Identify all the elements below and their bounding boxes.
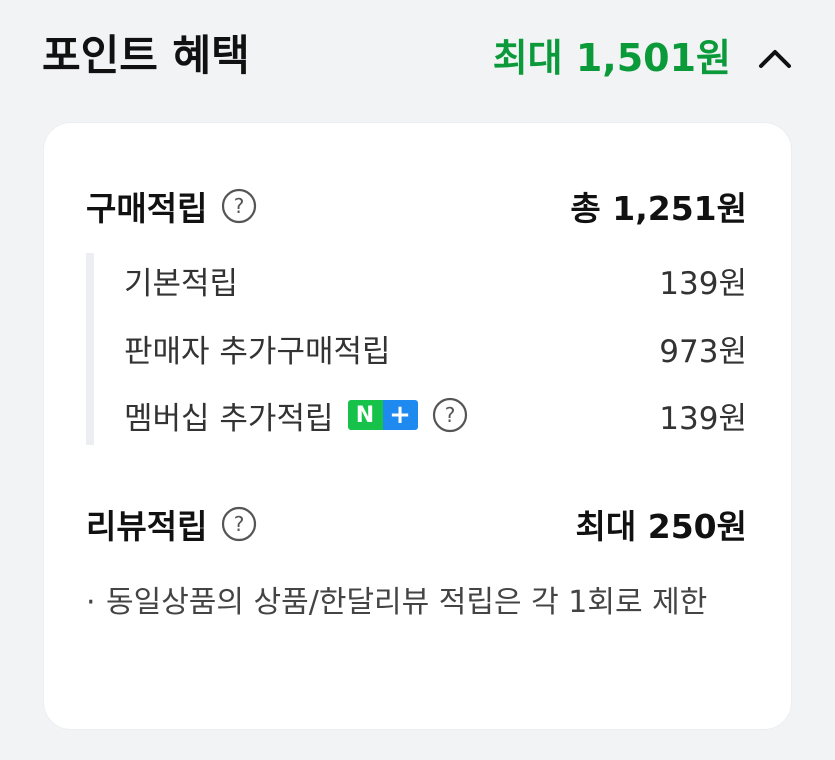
notice-text: 동일상품의 상품/한달리뷰 적립은 각 1회로 제한 — [106, 585, 708, 620]
collapse-button[interactable] — [753, 36, 797, 80]
list-item: 기본적립 139원 — [124, 255, 747, 305]
review-points-notice: · 동일상품의 상품/한달리뷰 적립은 각 1회로 제한 — [86, 575, 747, 631]
review-points-amount: 최대 250원 — [575, 507, 747, 546]
badge-n: N — [347, 400, 383, 430]
review-points-title: 리뷰적립 — [86, 507, 208, 546]
basic-points-label: 기본적립 — [124, 265, 239, 302]
review-points-row: 리뷰적립 ? 최대 250원 — [86, 496, 747, 552]
purchase-points-title: 구매적립 — [86, 189, 208, 228]
svg-text:?: ? — [234, 194, 245, 218]
basic-points-amount: 139원 — [659, 265, 747, 302]
membership-extra-points-label: 멤버십 추가적립 — [124, 400, 334, 437]
list-item: 멤버십 추가적립 N + ? 139원 — [124, 390, 747, 440]
naver-plus-badge: N + — [347, 400, 418, 430]
seller-extra-points-amount: 973원 — [659, 333, 747, 370]
question-circle-icon[interactable]: ? — [221, 188, 257, 224]
page-title: 포인트 혜택 — [42, 31, 250, 80]
notice-bullet: · — [86, 585, 96, 620]
membership-extra-points-amount: 139원 — [659, 400, 747, 437]
point-benefit-header[interactable]: 포인트 혜택 최대 1,501원 — [0, 0, 835, 110]
svg-text:?: ? — [444, 403, 455, 427]
purchase-points-breakdown: 기본적립 139원 판매자 추가구매적립 973원 멤버십 추가적립 N + ? — [86, 253, 747, 445]
benefit-card: 구매적립 ? 총 1,251원 기본적립 139원 판매자 추가구매적립 973… — [43, 122, 792, 730]
badge-plus: + — [382, 400, 418, 430]
seller-extra-points-label: 판매자 추가구매적립 — [124, 333, 391, 370]
question-circle-icon[interactable]: ? — [432, 397, 468, 433]
chevron-up-icon — [759, 50, 791, 68]
svg-text:?: ? — [234, 512, 245, 536]
purchase-points-total: 총 1,251원 — [570, 189, 747, 228]
max-benefit-amount: 최대 1,501원 — [492, 36, 731, 80]
question-circle-icon[interactable]: ? — [221, 506, 257, 542]
purchase-points-row: 구매적립 ? 총 1,251원 — [86, 178, 747, 234]
list-item: 판매자 추가구매적립 973원 — [124, 323, 747, 373]
